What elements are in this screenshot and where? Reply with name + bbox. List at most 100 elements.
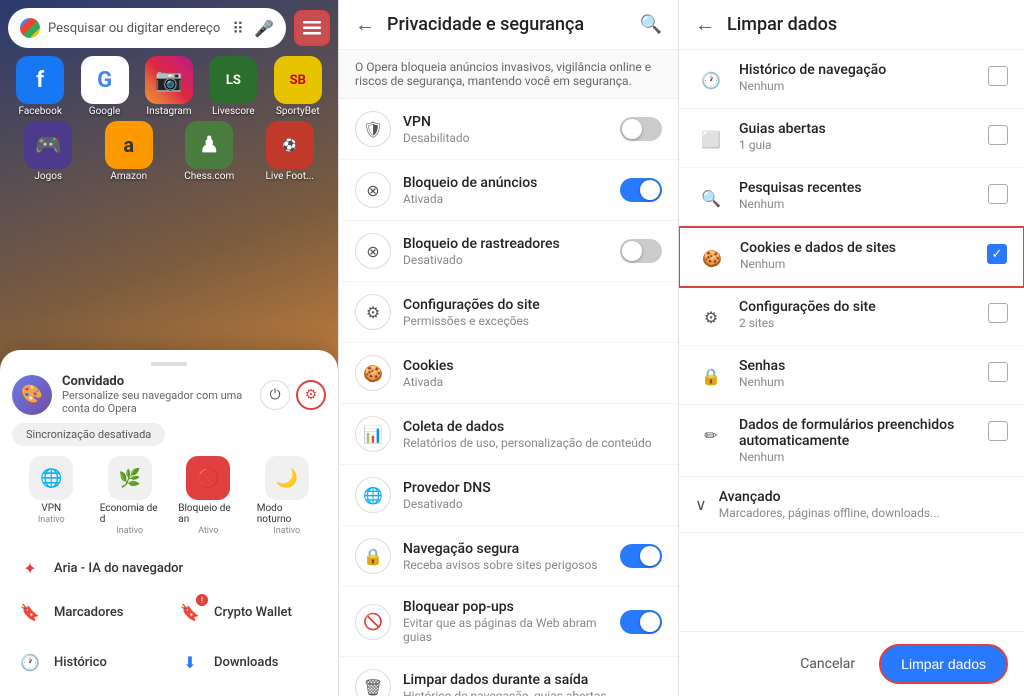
aria-menu-item[interactable]: ✦ Aria - IA do navegador — [12, 546, 326, 590]
open-tabs-icon: ⬜ — [695, 123, 727, 155]
form-data-checkbox[interactable] — [988, 421, 1008, 441]
clear-on-exit-item[interactable]: 🗑 Limpar dados durante a saída Histórico… — [339, 657, 678, 696]
quick-action-vpn[interactable]: 🌐 VPN Inativo — [21, 456, 81, 536]
cancel-button[interactable]: Cancelar — [788, 648, 867, 680]
data-collection-item[interactable]: 📊 Coleta de dados Relatórios de uso, per… — [339, 404, 678, 465]
power-icon[interactable]: ⏻ — [260, 380, 290, 410]
app-livefoot[interactable]: ⚽ Live Foot... — [260, 121, 320, 182]
recent-searches-title: Pesquisas recentes — [739, 180, 988, 196]
browsing-history-checkbox[interactable] — [988, 66, 1008, 86]
clear-data-content: ← Limpar dados 🕐 Histórico de navegação … — [679, 0, 1024, 631]
search-input[interactable]: Pesquisar ou digitar endereço — [48, 21, 222, 36]
app-instagram[interactable]: 📷 Instagram — [139, 56, 199, 117]
cookies-setting-sub: Ativada — [403, 375, 662, 389]
bookmarks-menu-item[interactable]: 🔖 Marcadores — [12, 590, 166, 634]
app-chess[interactable]: ♟ Chess.com — [179, 121, 239, 182]
cookies-data-item[interactable]: 🍪 Cookies e dados de sites Nenhum — [679, 226, 1024, 288]
mic-icon[interactable]: 🎤 — [254, 18, 274, 38]
quick-action-blocker[interactable]: 🚫 Bloqueio de an Ativo — [178, 456, 238, 536]
blocker-qa-label: Bloqueio de an — [178, 503, 238, 525]
app-livescore[interactable]: LS Livescore — [203, 56, 263, 117]
quick-action-night[interactable]: 🌙 Modo noturno Inativo — [257, 456, 317, 536]
passwords-checkbox[interactable] — [988, 362, 1008, 382]
form-data-item[interactable]: ✏ Dados de formulários preenchidos autom… — [679, 405, 1024, 477]
qr-icon[interactable]: ⠿ — [228, 18, 248, 38]
safe-browsing-sub: Receba avisos sobre sites perigosos — [403, 558, 620, 572]
cookies-data-checkbox[interactable] — [987, 244, 1007, 264]
vpn-qa-icon: 🌐 — [29, 456, 73, 500]
tracker-block-setting-title: Bloqueio de rastreadores — [403, 236, 620, 252]
settings-icon-button[interactable]: ⚙ — [296, 380, 326, 410]
games-icon: 🎮 — [24, 121, 72, 169]
quick-action-economy[interactable]: 🌿 Economia de d Inativo — [100, 456, 160, 536]
google-logo-icon — [20, 18, 40, 38]
ad-block-setting-icon: ⊗ — [355, 172, 391, 208]
back-arrow-icon[interactable]: ← — [355, 12, 375, 37]
site-config-sub: 2 sites — [739, 316, 988, 330]
recent-searches-item[interactable]: 🔍 Pesquisas recentes Nenhum — [679, 168, 1024, 227]
night-qa-sub: Inativo — [273, 526, 300, 536]
history-label: Histórico — [54, 655, 107, 670]
vpn-setting-item[interactable]: 🛡 VPN Desabilitado — [339, 99, 678, 160]
privacy-search-icon[interactable]: 🔍 — [640, 14, 662, 35]
ad-block-toggle[interactable] — [620, 178, 662, 202]
search-bar[interactable]: Pesquisar ou digitar endereço ⠿ 🎤 — [8, 8, 286, 48]
advanced-chevron-icon: ∨ — [695, 495, 707, 514]
google-icon: G — [81, 56, 129, 104]
recent-searches-checkbox[interactable] — [988, 184, 1008, 204]
clear-data-back-arrow-icon[interactable]: ← — [695, 12, 715, 37]
popup-block-toggle[interactable] — [620, 610, 662, 634]
browsing-history-text: Histórico de navegação Nenhum — [739, 62, 988, 93]
passwords-icon: 🔒 — [695, 360, 727, 392]
privacy-security-panel: ← Privacidade e segurança 🔍 O Opera bloq… — [338, 0, 678, 696]
browsing-history-sub: Nenhum — [739, 79, 988, 93]
sync-button[interactable]: Sincronização desativada — [12, 423, 165, 446]
tracker-block-setting-item[interactable]: ⊗ Bloqueio de rastreadores Desativado — [339, 221, 678, 282]
user-sub: Personalize seu navegador com uma conta … — [62, 389, 254, 415]
ad-block-setting-title: Bloqueio de anúncios — [403, 175, 620, 191]
downloads-menu-item[interactable]: ⬇ Downloads — [172, 640, 326, 684]
wallet-menu-item[interactable]: 🔖 ! Crypto Wallet — [172, 590, 326, 634]
cookies-setting-item[interactable]: 🍪 Cookies Ativada — [339, 343, 678, 404]
chess-icon: ♟ — [185, 121, 233, 169]
ad-block-setting-item[interactable]: ⊗ Bloqueio de anúncios Ativada — [339, 160, 678, 221]
clear-data-confirm-button[interactable]: Limpar dados — [879, 644, 1008, 684]
vpn-toggle[interactable] — [620, 117, 662, 141]
site-settings-text: Configurações do site Permissões e exceç… — [403, 297, 662, 328]
passwords-text: Senhas Nenhum — [739, 358, 988, 389]
open-tabs-item[interactable]: ⬜ Guias abertas 1 guia — [679, 109, 1024, 168]
app-google[interactable]: G Google — [75, 56, 135, 117]
menu-icon-button[interactable] — [294, 10, 330, 46]
clear-on-exit-icon: 🗑 — [355, 669, 391, 696]
cookies-setting-icon: 🍪 — [355, 355, 391, 391]
app-grid: f Facebook G Google 📷 Instagram LS Lives… — [0, 52, 338, 190]
site-config-icon: ⚙ — [695, 301, 727, 333]
app-amazon-label: Amazon — [110, 171, 147, 182]
clear-on-exit-title: Limpar dados durante a saída — [403, 672, 662, 688]
site-settings-icon: ⚙ — [355, 294, 391, 330]
quick-actions: 🌐 VPN Inativo 🌿 Economia de d Inativo 🚫 … — [12, 456, 326, 536]
app-facebook[interactable]: f Facebook — [10, 56, 70, 117]
privacy-description: O Opera bloqueia anúncios invasivos, vig… — [339, 50, 678, 99]
safe-browsing-item[interactable]: 🔒 Navegação segura Receba avisos sobre s… — [339, 526, 678, 587]
safe-browsing-toggle[interactable] — [620, 544, 662, 568]
advanced-item[interactable]: ∨ Avançado Marcadores, páginas offline, … — [679, 477, 1024, 533]
dns-setting-item[interactable]: 🌐 Provedor DNS Desativado — [339, 465, 678, 526]
aria-icon: ✦ — [16, 554, 44, 582]
vpn-setting-title: VPN — [403, 114, 620, 130]
history-menu-item[interactable]: 🕐 Histórico — [12, 640, 166, 684]
popup-block-item[interactable]: 🚫 Bloquear pop-ups Evitar que as páginas… — [339, 587, 678, 657]
site-config-checkbox[interactable] — [988, 303, 1008, 323]
vpn-qa-sub: Inativo — [38, 515, 65, 525]
passwords-item[interactable]: 🔒 Senhas Nenhum — [679, 346, 1024, 405]
app-chess-label: Chess.com — [184, 171, 234, 182]
browsing-history-item[interactable]: 🕐 Histórico de navegação Nenhum — [679, 50, 1024, 109]
open-tabs-checkbox[interactable] — [988, 125, 1008, 145]
tracker-block-toggle[interactable] — [620, 239, 662, 263]
advanced-sub: Marcadores, páginas offline, downloads..… — [719, 506, 1008, 520]
site-config-item[interactable]: ⚙ Configurações do site 2 sites — [679, 287, 1024, 346]
site-settings-item[interactable]: ⚙ Configurações do site Permissões e exc… — [339, 282, 678, 343]
app-games[interactable]: 🎮 Jogos — [18, 121, 78, 182]
app-sportybet[interactable]: SB SportyBet — [268, 56, 328, 117]
app-amazon[interactable]: a Amazon — [99, 121, 159, 182]
